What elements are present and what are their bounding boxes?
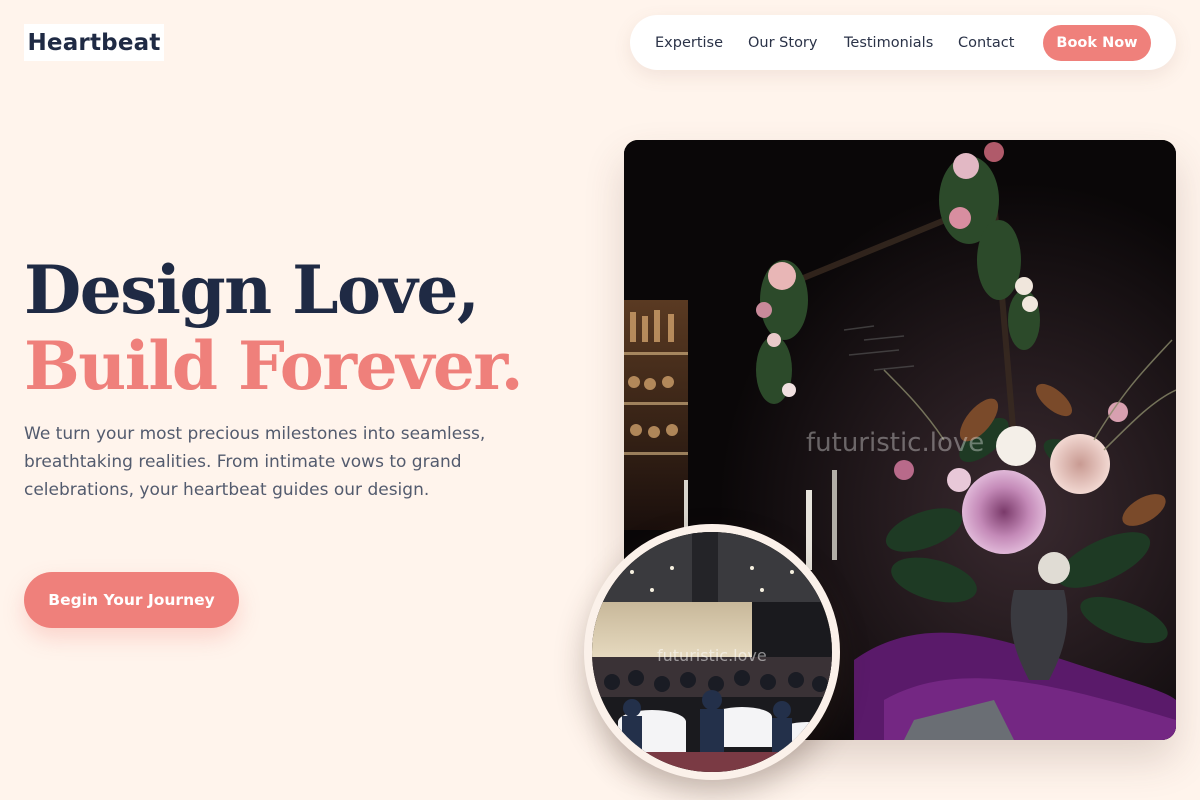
begin-journey-button[interactable]: Begin Your Journey	[24, 572, 239, 628]
nav-link-testimonials[interactable]: Testimonials	[844, 15, 933, 70]
nav-link-contact[interactable]: Contact	[958, 15, 1014, 70]
landing-page: Heartbeat Expertise Our Story Testimonia…	[0, 0, 1200, 800]
headline-line-1: Design Love,	[24, 251, 480, 329]
book-now-button[interactable]: Book Now	[1043, 25, 1151, 61]
hero-subtitle: We turn your most precious milestones in…	[24, 424, 486, 500]
banquet-hall-photo: futuristic.love	[584, 524, 840, 780]
hero-headline: Design Love, Build Forever.	[24, 251, 524, 405]
nav-link-our-story[interactable]: Our Story	[748, 15, 817, 70]
top-navigation: Expertise Our Story Testimonials Contact…	[630, 15, 1176, 70]
brand-logo[interactable]: Heartbeat	[24, 24, 164, 61]
nav-link-expertise[interactable]: Expertise	[655, 15, 723, 70]
banquet-photo-illustration	[592, 532, 832, 772]
headline-line-2: Build Forever.	[24, 327, 524, 405]
